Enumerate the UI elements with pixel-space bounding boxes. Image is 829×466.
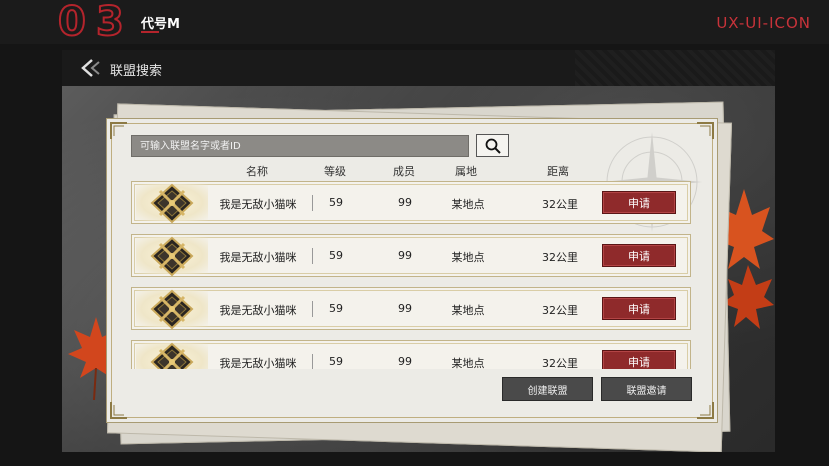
- divider: [312, 195, 313, 211]
- alliance-row[interactable]: 我是无敌小猫咪 59 99 某地点 32公里 申请: [131, 287, 691, 330]
- apply-button[interactable]: 申请: [602, 191, 676, 214]
- bottom-strip: [0, 452, 829, 466]
- game-screen: 联盟搜索 名称 等级 成员 属地 距离: [62, 50, 775, 452]
- crossed-swords-shield-icon: [150, 342, 194, 369]
- column-header-level: 等级: [324, 165, 346, 178]
- crossed-swords-shield-icon: [150, 183, 194, 224]
- alliance-name: 我是无敌小猫咪: [219, 251, 297, 264]
- crossed-swords-shield-icon: [150, 236, 194, 277]
- alliance-members: 99: [398, 249, 412, 262]
- ornament-corner-icon: [110, 122, 127, 139]
- alliance-invite-button[interactable]: 联盟邀请: [601, 377, 692, 401]
- divider: [312, 248, 313, 264]
- back-button[interactable]: [78, 57, 104, 79]
- chevron-left-double-icon: [81, 59, 100, 77]
- alliance-region: 某地点: [451, 198, 485, 211]
- create-alliance-button[interactable]: 创建联盟: [502, 377, 593, 401]
- alliance-row[interactable]: 我是无敌小猫咪 59 99 某地点 32公里 申请: [131, 181, 691, 224]
- alliance-distance: 32公里: [542, 357, 578, 369]
- alliance-distance: 32公里: [542, 251, 578, 264]
- search-button[interactable]: [476, 134, 509, 157]
- ornament-corner-icon: [697, 402, 714, 419]
- alliance-name: 我是无敌小猫咪: [219, 304, 297, 317]
- alliance-region: 某地点: [451, 357, 485, 369]
- brand-label: UX-UI-ICON: [716, 14, 811, 32]
- alliance-distance: 32公里: [542, 304, 578, 317]
- section-number-digit: 0: [57, 0, 88, 45]
- search-icon: [485, 138, 501, 154]
- crossed-swords-shield-icon: [150, 289, 194, 330]
- alliance-level: 59: [329, 196, 343, 209]
- alliance-level: 59: [329, 355, 343, 368]
- column-header-name: 名称: [246, 165, 268, 178]
- project-code-label: 代号M: [141, 17, 180, 32]
- ornament-corner-icon: [697, 122, 714, 139]
- page-title: 联盟搜索: [110, 64, 163, 79]
- section-number-digit: 3: [95, 0, 126, 45]
- alliance-members: 99: [398, 196, 412, 209]
- ornament-corner-icon: [110, 402, 127, 419]
- alliance-list[interactable]: 我是无敌小猫咪 59 99 某地点 32公里 申请 我是无敌小猫咪 59 99 …: [131, 181, 691, 369]
- alliance-row[interactable]: 我是无敌小猫咪 59 99 某地点 32公里 申请: [131, 234, 691, 277]
- alliance-search-panel: 名称 等级 成员 属地 距离 我是无敌小猫咪 59 99 某地点 32公里: [106, 118, 718, 423]
- column-header-members: 成员: [393, 165, 415, 178]
- screen-header: 联盟搜索: [62, 50, 775, 86]
- column-header-distance: 距离: [547, 165, 569, 178]
- label-underline: [141, 31, 159, 33]
- alliance-level: 59: [329, 302, 343, 315]
- apply-button[interactable]: 申请: [602, 297, 676, 320]
- presentation-header: 0 3 代号M UX-UI-ICON: [0, 0, 829, 44]
- apply-button[interactable]: 申请: [602, 244, 676, 267]
- alliance-row[interactable]: 我是无敌小猫咪 59 99 某地点 32公里 申请: [131, 340, 691, 369]
- alliance-distance: 32公里: [542, 198, 578, 211]
- alliance-members: 99: [398, 302, 412, 315]
- alliance-search-input[interactable]: [131, 135, 469, 157]
- alliance-members: 99: [398, 355, 412, 368]
- alliance-name: 我是无敌小猫咪: [219, 357, 297, 369]
- alliance-region: 某地点: [451, 304, 485, 317]
- divider: [312, 354, 313, 369]
- apply-button[interactable]: 申请: [602, 350, 676, 369]
- divider: [312, 301, 313, 317]
- alliance-level: 59: [329, 249, 343, 262]
- alliance-region: 某地点: [451, 251, 485, 264]
- column-header-region: 属地: [455, 165, 477, 178]
- alliance-name: 我是无敌小猫咪: [219, 198, 297, 211]
